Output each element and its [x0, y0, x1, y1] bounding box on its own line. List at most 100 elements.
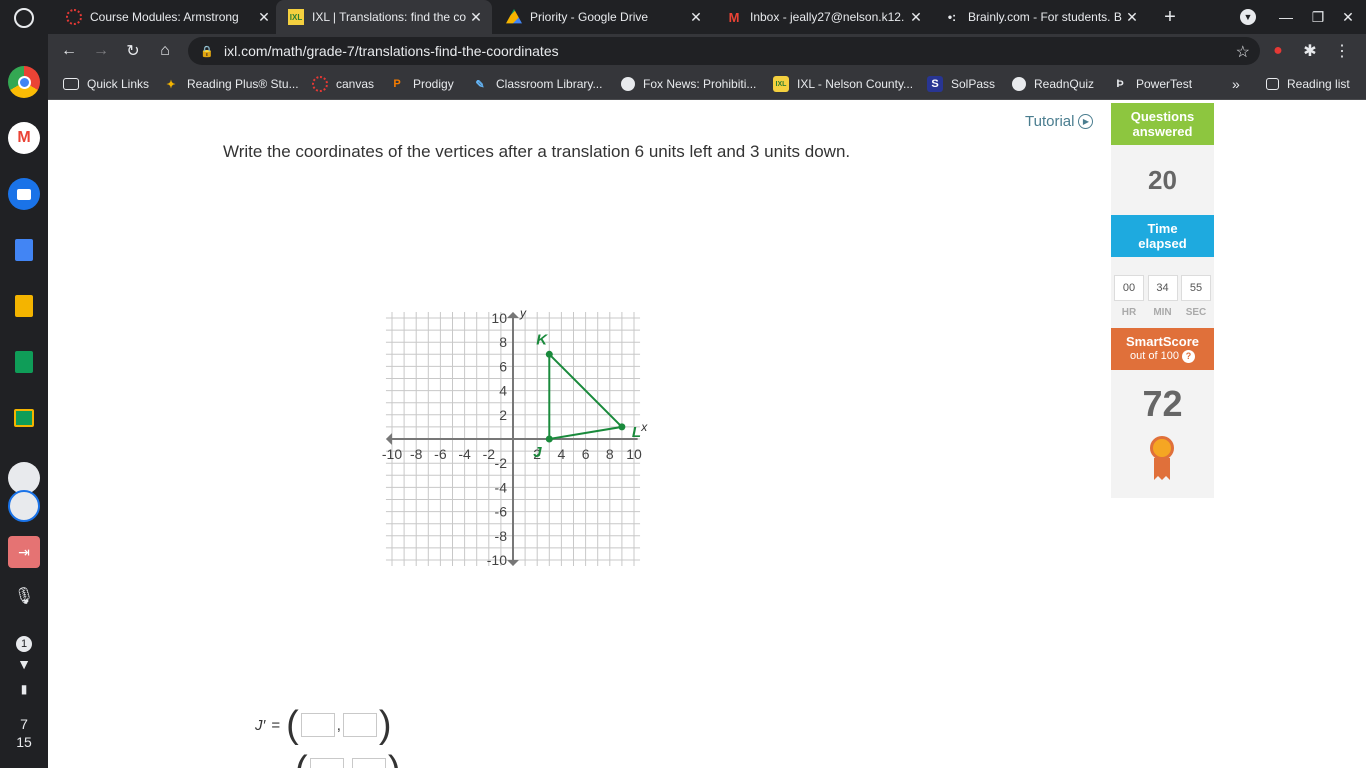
min-label: MIN	[1153, 307, 1172, 318]
browser-toolbar: ← → ↻ ⌂ 🔒 ixl.com/math/grade-7/translati…	[48, 34, 1366, 68]
docs-icon[interactable]	[8, 234, 40, 266]
award-ribbon-icon	[1111, 436, 1214, 486]
app-icon[interactable]	[8, 490, 40, 522]
exit-icon[interactable]: ⇥	[8, 536, 40, 568]
bookmark-classroom-library[interactable]: ✎ Classroom Library...	[472, 68, 602, 100]
launcher-icon[interactable]	[14, 8, 34, 28]
slides-icon[interactable]	[8, 290, 40, 322]
classroom-icon[interactable]	[8, 402, 40, 434]
date-day[interactable]: 15	[0, 734, 48, 750]
tab-gmail[interactable]: M Inbox - jeally27@nelson.k12. ✕	[714, 0, 932, 34]
tab-title: Course Modules: Armstrong	[90, 10, 239, 24]
time-elapsed-header: Time elapsed	[1111, 215, 1214, 257]
close-window-button[interactable]: ✕	[1331, 0, 1365, 34]
restore-button[interactable]: ❐	[1301, 0, 1335, 34]
smartscore-sub-text: out of 100	[1130, 350, 1179, 362]
date-month[interactable]: 7	[0, 716, 48, 732]
help-icon[interactable]: ?	[1182, 350, 1195, 363]
tab-title: Brainly.com - For students. B	[968, 10, 1122, 24]
close-icon[interactable]: ✕	[686, 9, 706, 26]
lock-icon[interactable]: 🔒	[200, 45, 214, 58]
x-tick-label: -2	[483, 446, 496, 462]
files-icon[interactable]	[8, 178, 40, 210]
bookmark-label: Fox News: Prohibiti...	[643, 77, 757, 91]
questions-label-1: Questions	[1130, 109, 1195, 124]
tab-title: Priority - Google Drive	[530, 10, 649, 24]
wifi-icon: ▼	[17, 656, 31, 672]
home-button[interactable]: ⌂	[151, 37, 179, 65]
timer-labels: HR MIN SEC	[1111, 301, 1214, 318]
bookmark-label: PowerTest	[1136, 77, 1193, 91]
y-tick-label: -10	[487, 552, 507, 568]
tab-search-icon[interactable]: ▼	[1231, 0, 1265, 34]
battery-icon: ▮	[20, 682, 28, 696]
new-tab-button[interactable]: +	[1153, 0, 1187, 34]
back-button[interactable]: ←	[55, 37, 83, 65]
tab-brainly[interactable]: •: Brainly.com - For students. B ✕	[932, 0, 1148, 34]
address-bar[interactable]: 🔒 ixl.com/math/grade-7/translations-find…	[188, 37, 1260, 65]
answer-row-j: J′ = ( , )	[255, 706, 392, 744]
x-tick-label: -4	[458, 446, 471, 462]
bookmark-readnquiz[interactable]: ReadnQuiz	[1012, 68, 1094, 100]
bookmark-solpass[interactable]: S SolPass	[927, 68, 995, 100]
bookmark-star-icon[interactable]: ☆	[1236, 42, 1250, 62]
sheets-icon[interactable]	[8, 346, 40, 378]
y-coordinate-input[interactable]	[342, 713, 377, 737]
notification-badge: 1	[16, 636, 32, 652]
google-drive-icon	[506, 9, 522, 24]
y-coordinate-input[interactable]	[351, 758, 386, 768]
microphone-icon[interactable]: 🎙	[8, 580, 40, 612]
minimize-button[interactable]: —	[1269, 0, 1303, 34]
smartscore-label: SmartScore	[1126, 334, 1199, 349]
reload-button[interactable]: ↻	[119, 37, 147, 65]
time-label-1: Time	[1147, 221, 1178, 236]
notification-count[interactable]: 1	[0, 634, 48, 652]
bookmark-reading-plus[interactable]: ✦ Reading Plus® Stu...	[163, 68, 298, 100]
bookmark-ixl[interactable]: IXL IXL - Nelson County...	[773, 68, 913, 100]
x-coordinate-input[interactable]	[300, 713, 335, 737]
tab-course-modules[interactable]: Course Modules: Armstrong ✕	[54, 0, 280, 34]
url-text: ixl.com/math/grade-7/translations-find-t…	[224, 43, 559, 59]
gmail-app-icon[interactable]: M	[8, 122, 40, 154]
timer-seconds: 55	[1181, 275, 1211, 301]
bookmarks-overflow-icon[interactable]: »	[1232, 68, 1240, 100]
axes: xy	[385, 306, 648, 567]
vertex-label-k: K	[536, 331, 548, 348]
tab-title: Inbox - jeally27@nelson.k12.	[750, 10, 905, 24]
answer-vertex-label: J′	[255, 716, 266, 734]
close-icon[interactable]: ✕	[906, 9, 926, 26]
y-tick-label: 2	[499, 407, 507, 423]
bookmark-quick-links[interactable]: Quick Links	[63, 68, 149, 100]
bookmarks-bar: Quick Links ✦ Reading Plus® Stu... canva…	[48, 68, 1366, 100]
extensions-icon[interactable]: ✱	[1296, 37, 1324, 65]
close-icon[interactable]: ✕	[1122, 9, 1142, 26]
tutorial-link[interactable]: Tutorial ▶	[1025, 113, 1094, 130]
bookmark-powertest[interactable]: Þ PowerTest	[1112, 68, 1192, 100]
smartscore-sub[interactable]: out of 100 ?	[1111, 349, 1214, 364]
questions-label-2: answered	[1132, 124, 1193, 139]
x-coordinate-input[interactable]	[309, 758, 344, 768]
forward-button[interactable]: →	[87, 37, 115, 65]
screencastify-icon[interactable]: ●	[1264, 37, 1292, 65]
vertex-point-l	[618, 423, 626, 431]
timer: 00 34 55	[1111, 257, 1214, 301]
menu-icon[interactable]: ⋮	[1328, 37, 1356, 65]
x-tick-label: -6	[434, 446, 447, 462]
globe-icon	[1012, 77, 1026, 91]
bookmark-label: Classroom Library...	[496, 77, 603, 91]
x-tick-label: 8	[606, 446, 614, 462]
close-icon[interactable]: ✕	[466, 9, 486, 26]
close-icon[interactable]: ✕	[254, 9, 274, 26]
y-tick-label: 8	[499, 334, 507, 350]
bookmark-prodigy[interactable]: P Prodigy	[389, 68, 454, 100]
x-tick-label: -10	[382, 446, 402, 462]
tab-ixl[interactable]: IXL IXL | Translations: find the co ✕	[276, 0, 492, 34]
reading-list-button[interactable]: Reading list	[1266, 68, 1350, 100]
timer-hours: 00	[1114, 275, 1144, 301]
chrome-icon[interactable]	[8, 66, 40, 98]
bookmark-label: Prodigy	[413, 77, 454, 91]
bookmark-canvas[interactable]: canvas	[312, 68, 374, 100]
tab-google-drive[interactable]: Priority - Google Drive ✕	[494, 0, 712, 34]
bookmark-fox-news[interactable]: Fox News: Prohibiti...	[621, 68, 756, 100]
canvas-icon	[312, 76, 328, 92]
